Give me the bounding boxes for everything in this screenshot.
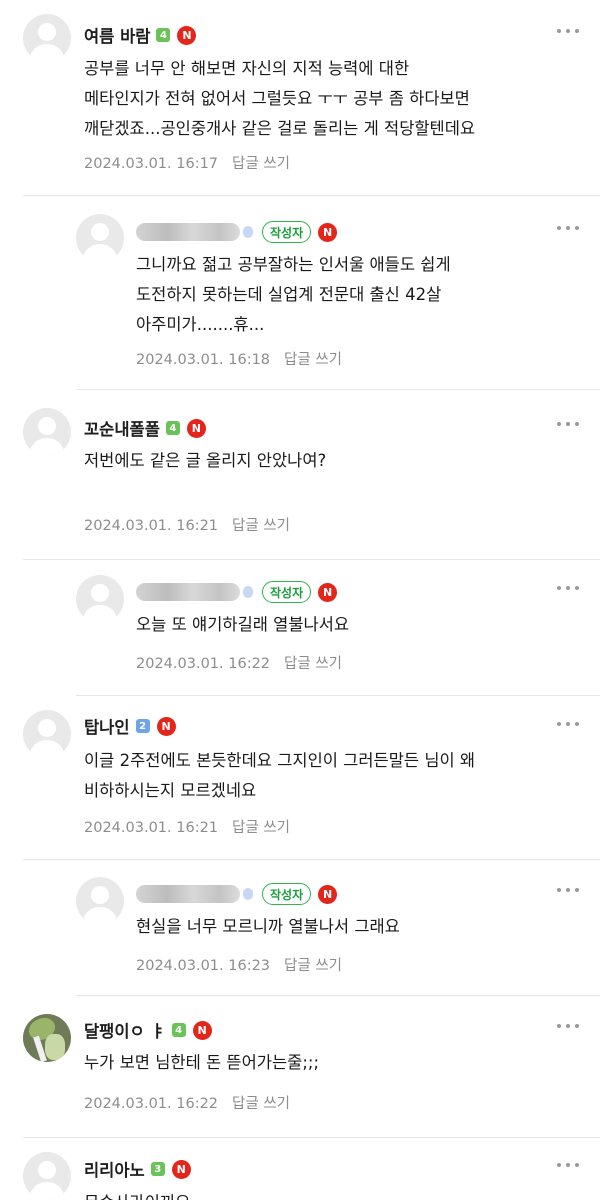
- more-options-icon[interactable]: [557, 888, 579, 894]
- comment-date: 2024.03.01. 16:17: [84, 156, 219, 172]
- default-avatar-icon[interactable]: [76, 575, 124, 623]
- comment-item: 탑나인 2 N 이글 2주전에도 본듯한데요 그지인이 그러든말든 님이 왜 비…: [0, 696, 600, 860]
- comment-date: 2024.03.01. 16:22: [136, 656, 271, 672]
- new-badge: N: [171, 1159, 191, 1179]
- more-options-icon[interactable]: [557, 29, 579, 35]
- comment-text: 무슨사라이끼요: [84, 1188, 190, 1200]
- level-badge: 3: [150, 1162, 165, 1176]
- comment-text: 저번에도 같은 글 올리지 안았나여?: [84, 451, 327, 470]
- more-options-icon[interactable]: [557, 586, 579, 592]
- new-badge: N: [156, 716, 176, 736]
- comment-text: 현실을 너무 모르니까 열불나서 그래요: [136, 917, 400, 936]
- writer-badge: 작성자: [262, 581, 312, 603]
- reply-button[interactable]: 답글 쓰기: [284, 352, 342, 368]
- reply-button[interactable]: 답글 쓰기: [232, 518, 290, 534]
- comment-nickname[interactable]: 달팽이ㅇ ㅑ: [84, 1018, 166, 1042]
- comment-nickname[interactable]: 탑나인: [84, 714, 130, 738]
- comment-date: 2024.03.01. 16:21: [84, 518, 219, 534]
- comment-text: 누가 보면 님한테 돈 뜯어가는줄;;;: [84, 1053, 319, 1072]
- comment-text: 공부를 너무 안 해보면 자신의 지적 능력에 대한 메타인지가 전혀 없어서 …: [84, 59, 476, 138]
- default-avatar-icon[interactable]: [76, 877, 124, 925]
- writer-badge: 작성자: [262, 883, 312, 905]
- more-options-icon[interactable]: [557, 422, 579, 428]
- comment-date: 2024.03.01. 16:23: [136, 958, 271, 974]
- level-badge: 4: [171, 1023, 186, 1037]
- blurred-nickname[interactable]: [136, 583, 240, 601]
- comment-item: 꼬순내폴폴 4 N 저번에도 같은 글 올리지 안았나여? 2024.03.01…: [0, 390, 600, 560]
- comment-item: 여름 바람 4 N 공부를 너무 안 해보면 자신의 지적 능력에 대한 메타인…: [0, 0, 600, 196]
- level-badge: 4: [156, 28, 171, 42]
- reply-button[interactable]: 답글 쓰기: [232, 820, 290, 836]
- comment-item: 리리아노 3 N 무슨사라이끼요: [0, 1138, 600, 1200]
- comment-date: 2024.03.01. 16:21: [84, 820, 219, 836]
- new-badge: N: [318, 582, 338, 602]
- level-badge: 4: [165, 421, 180, 435]
- default-avatar-icon[interactable]: [23, 14, 71, 62]
- more-options-icon[interactable]: [557, 1024, 579, 1030]
- new-badge: N: [192, 1020, 212, 1040]
- more-options-icon[interactable]: [557, 722, 579, 728]
- default-avatar-icon[interactable]: [23, 710, 71, 758]
- comment-item: 달팽이ㅇ ㅑ 4 N 누가 보면 님한테 돈 뜯어가는줄;;; 2024.03.…: [0, 996, 600, 1138]
- default-avatar-icon[interactable]: [23, 1152, 71, 1200]
- default-avatar-icon[interactable]: [23, 408, 71, 456]
- reply-button[interactable]: 답글 쓰기: [284, 958, 342, 974]
- comment-text: 오늘 또 얘기하길래 열불나서요: [136, 615, 350, 634]
- new-badge: N: [318, 222, 338, 242]
- snail-avatar-icon[interactable]: [23, 1014, 71, 1062]
- reply-button[interactable]: 답글 쓰기: [232, 156, 290, 172]
- comment-nickname[interactable]: 여름 바람: [84, 23, 150, 47]
- more-options-icon[interactable]: [557, 1163, 579, 1169]
- comment-text: 그니까요 젊고 공부잘하는 인서울 애들도 쉽게 도전하지 못하는데 실업계 전…: [136, 255, 451, 334]
- comment-text: 이글 2주전에도 본듯한데요 그지인이 그러든말든 님이 왜 비하하시는지 모르…: [84, 751, 476, 800]
- reply-button[interactable]: 답글 쓰기: [232, 1096, 290, 1112]
- more-options-icon[interactable]: [557, 226, 579, 232]
- reply-item: 작성자 N 그니까요 젊고 공부잘하는 인서울 애들도 쉽게 도전하지 못하는데…: [0, 196, 600, 390]
- writer-badge: 작성자: [262, 221, 312, 243]
- comment-date: 2024.03.01. 16:18: [136, 352, 271, 368]
- comment-nickname[interactable]: 리리아노: [84, 1157, 145, 1181]
- default-avatar-icon[interactable]: [76, 214, 124, 262]
- new-badge: N: [177, 25, 197, 45]
- level-badge: 2: [135, 719, 150, 733]
- comment-nickname[interactable]: 꼬순내폴폴: [84, 416, 160, 440]
- blurred-nickname[interactable]: [136, 223, 240, 241]
- reply-item: 작성자 N 오늘 또 얘기하길래 열불나서요 2024.03.01. 16:22…: [0, 560, 600, 696]
- blurred-nickname[interactable]: [136, 885, 240, 903]
- comment-date: 2024.03.01. 16:22: [84, 1096, 219, 1112]
- reply-item: 작성자 N 현실을 너무 모르니까 열불나서 그래요 2024.03.01. 1…: [0, 860, 600, 996]
- new-badge: N: [318, 884, 338, 904]
- new-badge: N: [186, 418, 206, 438]
- reply-button[interactable]: 답글 쓰기: [284, 656, 342, 672]
